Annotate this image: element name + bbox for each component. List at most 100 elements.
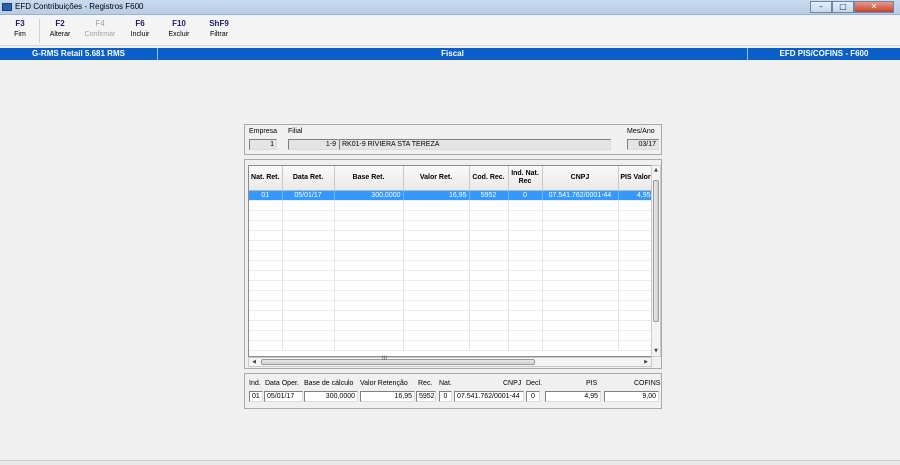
pis-label: PIS	[586, 380, 598, 387]
horizontal-scroll-thumb[interactable]	[261, 359, 535, 365]
records-table: Nat. Ret. Data Ret. Base Ret. Valor Ret.…	[248, 165, 652, 357]
rec-field[interactable]: 5952	[416, 391, 436, 402]
excluir-label: Excluir	[168, 31, 190, 38]
cnpj-label: CNPJ	[503, 380, 522, 387]
valor-retencao-field[interactable]: 16,95	[360, 391, 415, 402]
filial-label: Filial	[288, 128, 303, 135]
col-valor-ret[interactable]: Valor Ret.	[403, 166, 470, 191]
scroll-down-icon[interactable]: ▼	[652, 347, 660, 356]
mesano-label: Mes/Ano	[627, 128, 655, 135]
cell-nat-ret: 01	[249, 190, 283, 201]
status-bar: G-RMS Retail 5.681 RMS Fiscal EFD PIS/CO…	[0, 48, 900, 60]
maximize-button[interactable]: □	[832, 1, 854, 13]
cell-base-ret: 300,0000	[334, 190, 404, 201]
scroll-left-icon[interactable]: ◀	[249, 358, 259, 366]
cell-ind-nat-rec: 0	[508, 190, 543, 201]
header-panel: Empresa 1 Filial 1-9 RK01-9 RIVIERA STA …	[244, 124, 662, 155]
table-row-empty	[249, 320, 651, 331]
fim-key: F3	[15, 19, 25, 28]
vertical-scroll-thumb[interactable]	[653, 180, 659, 322]
taskbar-strip	[0, 460, 900, 465]
table-row-empty	[249, 260, 651, 271]
fim-button[interactable]: F3 Fim	[5, 19, 35, 40]
table-row-empty	[249, 280, 651, 291]
confirmar-button[interactable]: F4 Confirmar	[82, 19, 118, 40]
confirmar-key: F4	[95, 19, 105, 28]
screen-name: EFD PIS/COFINS - F600	[779, 49, 869, 58]
fim-label: Fim	[14, 31, 26, 38]
filtrar-key: ShF9	[209, 19, 229, 28]
table-row-empty	[249, 210, 651, 221]
base-calculo-field[interactable]: 300,0000	[304, 391, 358, 402]
cofins-field[interactable]: 9,00	[604, 391, 659, 402]
col-pis-valor[interactable]: PIS Valor	[618, 166, 651, 191]
rec-label: Rec.	[418, 380, 433, 387]
filial-code-field[interactable]: 1-9	[288, 139, 339, 150]
filtrar-button[interactable]: ShF9 Filtrar	[204, 19, 234, 40]
minimize-button[interactable]: –	[810, 1, 832, 13]
table-row-empty	[249, 340, 651, 351]
cell-valor-ret: 16,95	[403, 190, 470, 201]
close-button[interactable]: ✕	[854, 1, 894, 13]
window-controls: – □ ✕	[810, 1, 894, 13]
scroll-up-icon[interactable]: ▲	[652, 166, 660, 175]
table-row-empty	[249, 200, 651, 211]
app-icon	[2, 3, 12, 11]
base-calculo-label: Base de cálculo	[304, 380, 354, 387]
table-row-empty	[249, 250, 651, 261]
incluir-label: Incluir	[130, 31, 150, 38]
table-row[interactable]: 01 05/01/17 300,0000 16,95 5952 0 07.541…	[249, 190, 651, 201]
table-row-empty	[249, 300, 651, 311]
cofins-label: COFINS	[634, 380, 661, 387]
detail-panel: Ind. Data Oper. Base de cálculo Valor Re…	[244, 373, 662, 409]
confirmar-label: Confirmar	[84, 31, 116, 38]
alterar-key: F2	[55, 19, 65, 28]
data-oper-label: Data Oper.	[265, 380, 299, 387]
data-oper-field[interactable]: 05/01/17	[264, 391, 303, 402]
ind-field[interactable]: 01	[249, 391, 263, 402]
alterar-label: Alterar	[49, 31, 71, 38]
col-nat-ret[interactable]: Nat. Ret.	[249, 166, 283, 191]
col-cod-rec[interactable]: Cod. Rec.	[469, 166, 509, 191]
table-row-empty	[249, 310, 651, 321]
filial-name-field: RK01-9 RIVIERA STA TEREZA	[339, 139, 611, 150]
cell-pis-valor: 4,95	[618, 190, 651, 201]
table-row-empty	[249, 230, 651, 241]
filtrar-label: Filtrar	[210, 31, 228, 38]
window-titlebar: EFD Contribuições - Registros F600 – □ ✕	[0, 0, 900, 15]
alterar-button[interactable]: F2 Alterar	[45, 19, 75, 40]
grid-panel: Nat. Ret. Data Ret. Base Ret. Valor Ret.…	[244, 159, 662, 369]
ind-label: Ind.	[249, 380, 261, 387]
incluir-button[interactable]: F6 Incluir	[125, 19, 155, 40]
decl-field[interactable]: 0	[526, 391, 540, 402]
module-name: Fiscal	[158, 48, 748, 60]
excluir-button[interactable]: F10 Excluir	[164, 19, 194, 40]
col-base-ret[interactable]: Base Ret.	[334, 166, 404, 191]
mesano-field[interactable]: 03/17	[627, 139, 659, 150]
cell-cod-rec: 5952	[469, 190, 509, 201]
toolbar: F3 Fim F2 Alterar F4 Confirmar F6 Inclui…	[0, 15, 900, 46]
scroll-right-icon[interactable]: ▶	[641, 358, 651, 366]
nat-label: Nat.	[439, 380, 452, 387]
table-row-empty	[249, 330, 651, 341]
cnpj-field[interactable]: 07.541.762/0001-44	[454, 391, 524, 402]
col-data-ret[interactable]: Data Ret.	[282, 166, 335, 191]
window-title: EFD Contribuições - Registros F600	[15, 2, 144, 11]
decl-label: Decl.	[526, 380, 542, 387]
incluir-key: F6	[135, 19, 145, 28]
table-row-empty	[249, 290, 651, 301]
vertical-scrollbar[interactable]: ▲ ▼	[651, 165, 661, 357]
empresa-field[interactable]: 1	[249, 139, 277, 150]
table-row-empty	[249, 240, 651, 251]
toolbar-separator	[39, 19, 40, 43]
nat-field[interactable]: 0	[439, 391, 452, 402]
col-cnpj[interactable]: CNPJ	[542, 166, 619, 191]
scroll-grip: III	[382, 356, 388, 362]
col-ind-nat-rec[interactable]: Ind. Nat. Rec	[508, 166, 543, 191]
table-row-empty	[249, 270, 651, 281]
horizontal-scrollbar[interactable]: ◀ III ▶	[248, 356, 652, 367]
pis-field[interactable]: 4,95	[545, 391, 601, 402]
table-header-row: Nat. Ret. Data Ret. Base Ret. Valor Ret.…	[249, 166, 651, 191]
cell-data-ret: 05/01/17	[282, 190, 335, 201]
excluir-key: F10	[172, 19, 186, 28]
